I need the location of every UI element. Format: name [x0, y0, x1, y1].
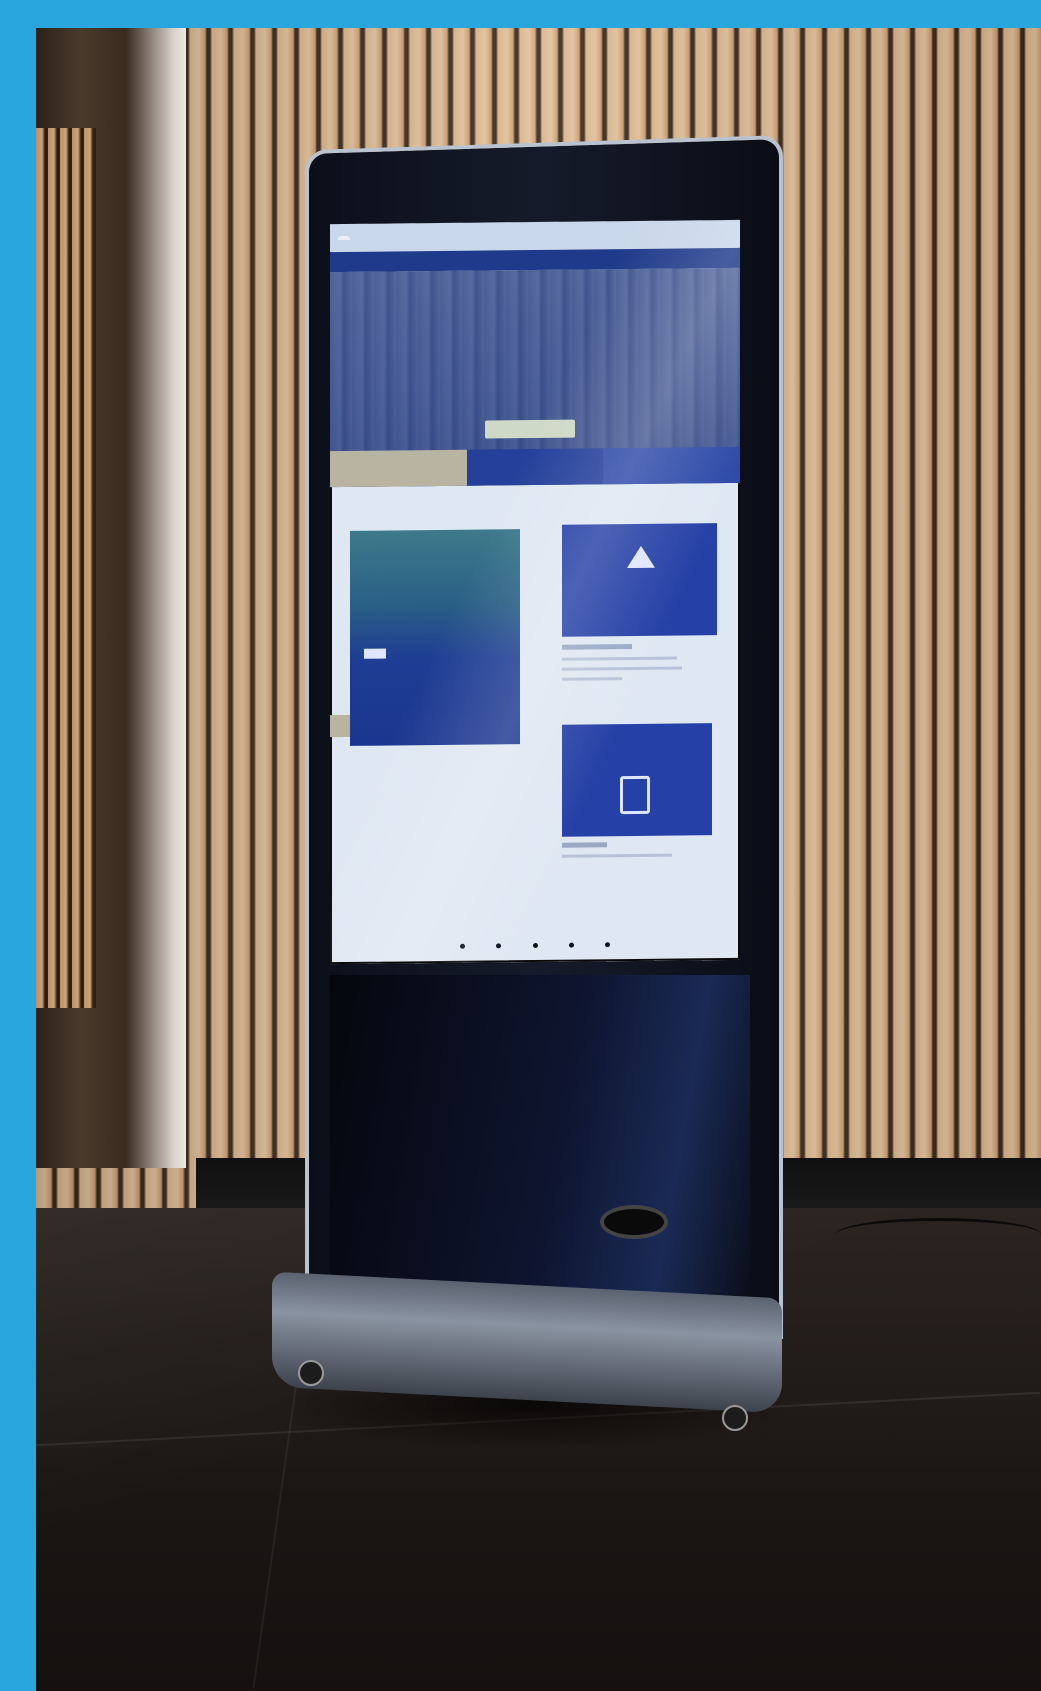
caption-tag: [562, 842, 607, 848]
hero-strip-link[interactable]: [603, 446, 740, 485]
news-card[interactable]: [562, 723, 712, 837]
news-card[interactable]: [562, 523, 717, 637]
browser-tab[interactable]: [338, 235, 350, 241]
caption-line: [562, 656, 677, 661]
wheel-icon: [722, 1405, 748, 1431]
caption-line: [562, 853, 672, 858]
pager-dot[interactable]: [605, 941, 610, 947]
hero-cta-button[interactable]: [485, 419, 575, 439]
card-text: [364, 665, 504, 666]
hero-banner: [330, 267, 740, 488]
news-card-featured[interactable]: [350, 529, 520, 746]
pillar-slats: [36, 128, 96, 1008]
card-title: [592, 743, 682, 744]
pager-dot[interactable]: [568, 942, 574, 948]
news-cards: [330, 501, 740, 905]
hero-strip: [330, 446, 740, 488]
caption-line: [562, 666, 682, 671]
hero-title: [390, 308, 680, 311]
pager: [460, 939, 610, 951]
caption-line: [562, 677, 622, 681]
hero-strip-link[interactable]: [466, 448, 604, 486]
card-title: [592, 581, 692, 582]
wheel-icon: [298, 1360, 324, 1386]
clipboard-icon: [620, 775, 650, 815]
kiosk-screen[interactable]: [330, 219, 740, 965]
hero-strip-tile: [330, 449, 467, 488]
card-title: [378, 589, 498, 590]
card-tag: [364, 648, 386, 659]
pager-dot[interactable]: [460, 943, 465, 949]
kiosk-lower-panel: [330, 975, 750, 1295]
power-cable: [836, 1218, 1041, 1251]
warning-icon: [627, 545, 655, 569]
browser-bar: [330, 219, 740, 253]
pager-dot[interactable]: [532, 942, 538, 948]
pager-dot[interactable]: [496, 942, 502, 948]
nfc-reader-ring: [600, 1205, 668, 1239]
caption-tag: [562, 643, 632, 650]
